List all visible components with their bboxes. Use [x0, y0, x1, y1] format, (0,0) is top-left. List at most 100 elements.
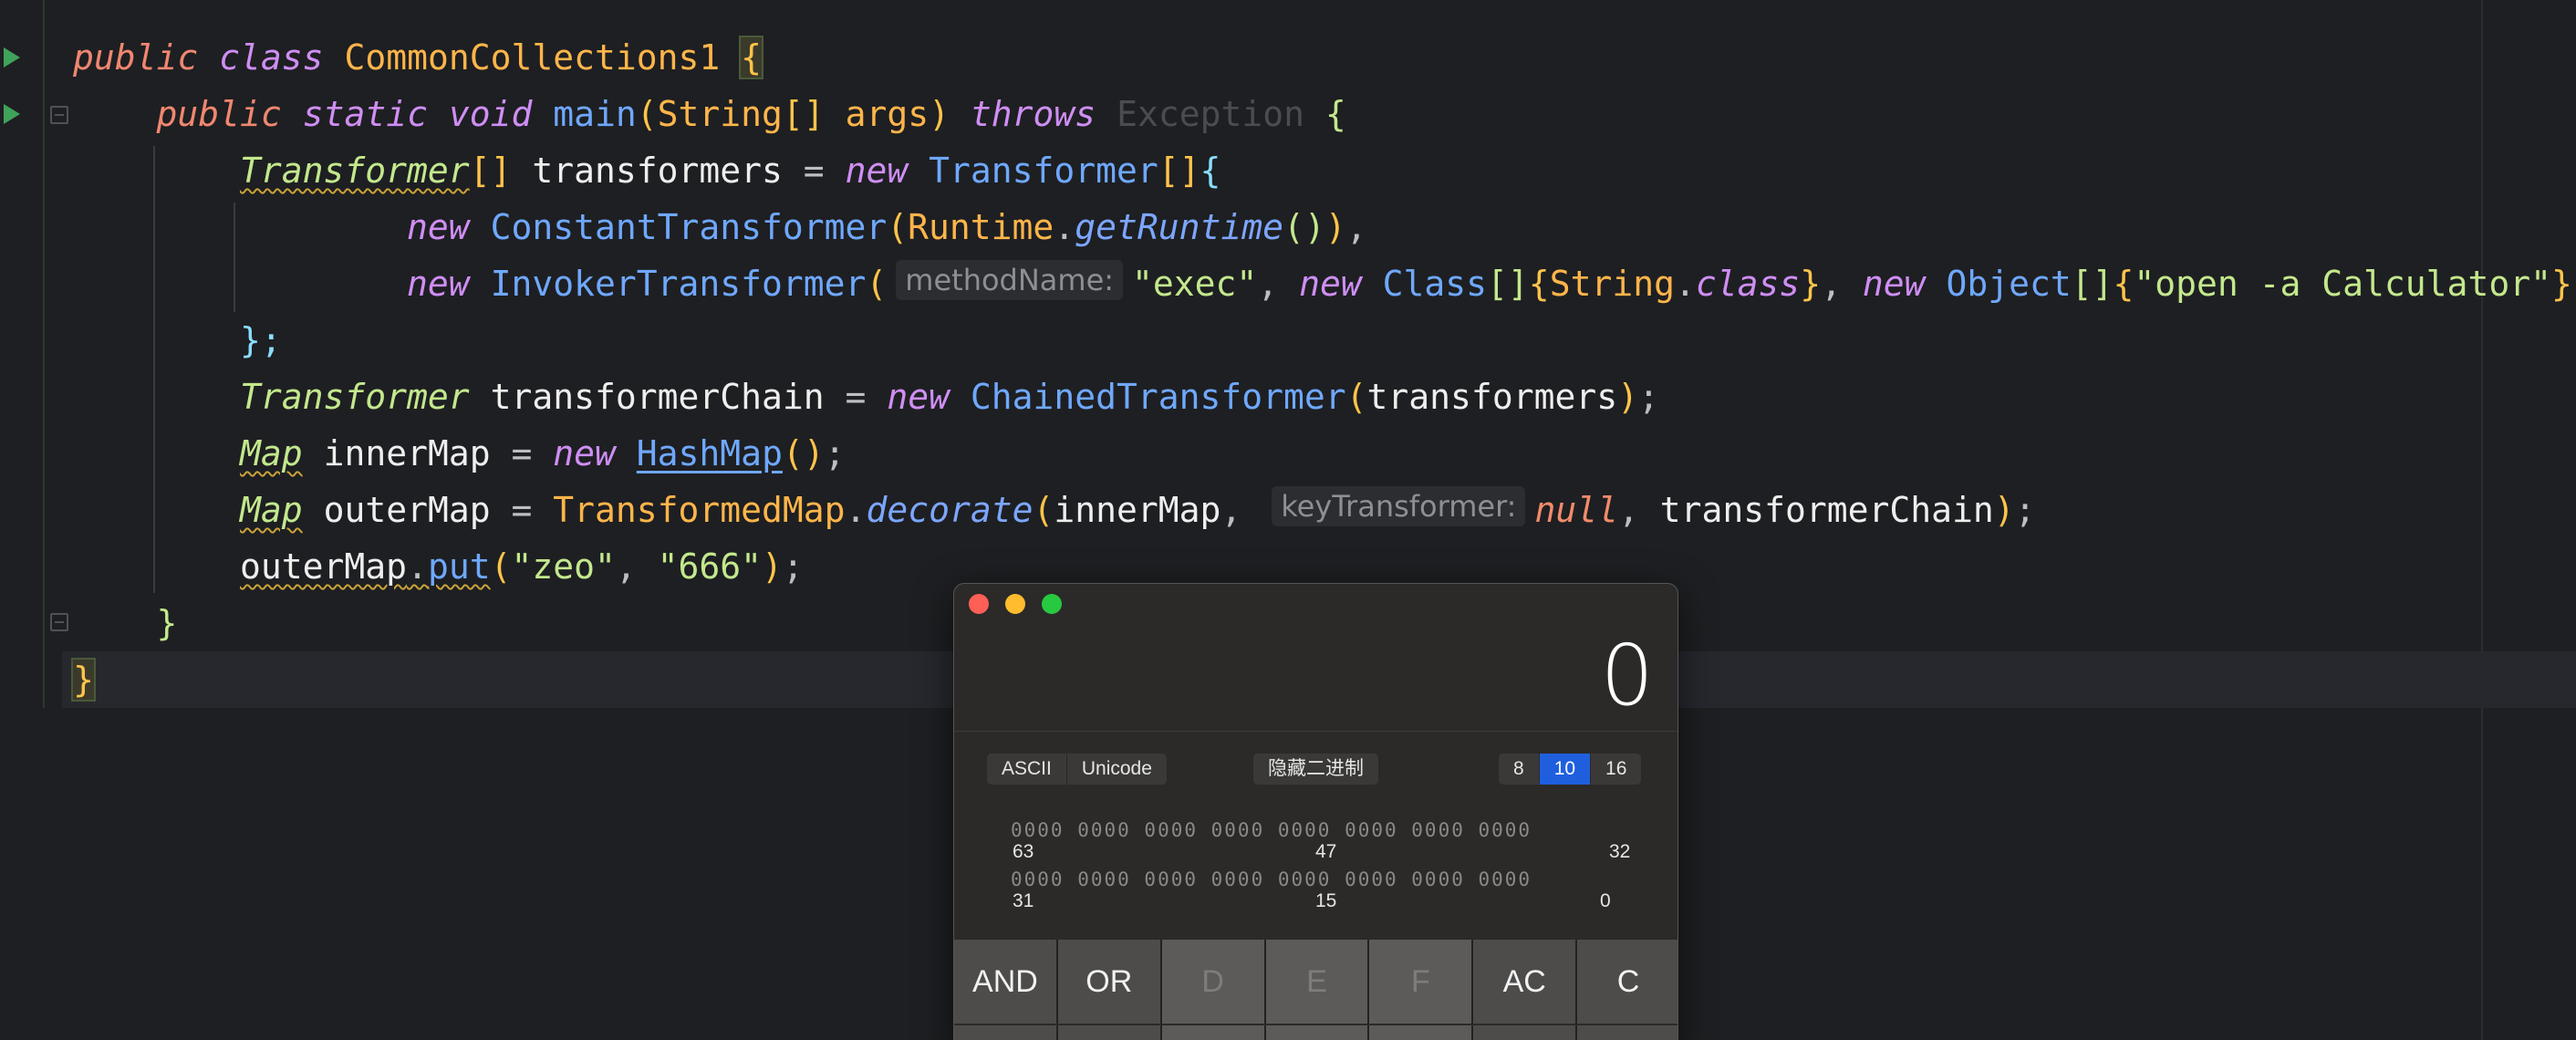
paren: ( — [490, 546, 512, 587]
code-line-1[interactable]: public class CommonCollections1 { — [73, 29, 764, 86]
paren: ) — [1993, 490, 2015, 530]
base-10-button[interactable]: 10 — [1539, 754, 1592, 785]
bit-label: 32 — [1609, 841, 1631, 862]
key[interactable] — [1057, 1025, 1160, 1040]
class-name: CommonCollections1 — [344, 37, 721, 78]
base-8-button[interactable]: 8 — [1499, 754, 1540, 785]
code-line-9[interactable]: Map outerMap = TransformedMap.decorate(i… — [73, 482, 2036, 538]
ascii-button[interactable]: ASCII — [987, 754, 1067, 785]
keyword: new — [553, 433, 616, 473]
keyword: class — [219, 37, 324, 78]
null-literal: null — [1534, 490, 1618, 530]
base-16-button[interactable]: 16 — [1591, 754, 1641, 785]
code-line-10[interactable]: outerMap.put("zeo", "666"); — [73, 538, 804, 595]
keyword: new — [407, 264, 470, 304]
base-selector[interactable]: 8 10 16 — [1499, 754, 1642, 785]
constructor: InvokerTransformer — [490, 264, 867, 304]
keyword: class — [1695, 264, 1801, 304]
code-line-12[interactable]: } — [71, 651, 96, 708]
minimize-button[interactable] — [1005, 594, 1025, 614]
method-name: main — [553, 94, 637, 134]
code-line-6[interactable]: }; — [73, 312, 282, 369]
editor-gutter — [0, 0, 62, 1040]
paren: ( — [866, 264, 888, 304]
zoom-button[interactable] — [1042, 594, 1062, 614]
constructor: Transformer — [929, 151, 1158, 191]
paren: ) — [1617, 377, 1638, 417]
keyword: new — [1299, 264, 1362, 304]
semicolon: ; — [782, 546, 804, 587]
fold-icon[interactable] — [50, 106, 68, 124]
closing-brace: } — [156, 603, 178, 643]
brackets: [] — [469, 151, 512, 191]
key[interactable] — [1577, 1025, 1678, 1040]
and-key[interactable]: AND — [954, 940, 1056, 1024]
ac-key[interactable]: AC — [1473, 940, 1576, 1024]
keypad-row-2 — [954, 1025, 1678, 1040]
code-line-7[interactable]: Transformer transformerChain = new Chain… — [73, 369, 1659, 425]
d-key[interactable]: D — [1161, 940, 1264, 1024]
class-ref: TransformedMap — [553, 490, 846, 530]
hide-binary-toggle[interactable]: 隐藏二进制 — [1253, 754, 1378, 785]
brace: } — [1800, 264, 1822, 304]
constructor: HashMap — [636, 433, 783, 473]
comma: , — [1617, 490, 1639, 530]
encoding-toggle[interactable]: ASCII Unicode — [987, 754, 1167, 785]
constructor: ConstantTransformer — [490, 207, 888, 247]
paren: ) — [2572, 264, 2576, 304]
run-main-icon[interactable] — [4, 104, 20, 124]
exception-type: Exception — [1117, 94, 1304, 134]
type: String — [657, 94, 783, 134]
argument: transformerChain — [1659, 490, 1994, 530]
code-line-5[interactable]: new InvokerTransformer(methodName: "exec"… — [73, 255, 2576, 312]
keyword: new — [887, 377, 950, 417]
paren: () — [1283, 207, 1325, 247]
code-line-2[interactable]: public static void main(String[] args) t… — [73, 86, 1346, 142]
code-line-8[interactable]: Map innerMap = new HashMap(); — [73, 425, 846, 482]
c-key[interactable]: C — [1577, 940, 1678, 1024]
class-ref: Runtime — [908, 207, 1054, 247]
variable: innerMap — [323, 433, 491, 473]
string-literal: "zeo" — [511, 546, 616, 587]
bits-lower[interactable]: 0000 0000 0000 0000 0000 0000 0000 0000 — [1011, 868, 1532, 890]
comma: , — [1220, 490, 1242, 530]
paren: ) — [762, 546, 783, 587]
bits-upper[interactable]: 0000 0000 0000 0000 0000 0000 0000 0000 — [1011, 819, 1532, 841]
unicode-button[interactable]: Unicode — [1067, 754, 1167, 785]
string-literal: "exec" — [1132, 264, 1258, 304]
e-key[interactable]: E — [1265, 940, 1368, 1024]
fold-icon[interactable] — [50, 613, 68, 631]
code-line-11[interactable]: } — [73, 595, 178, 651]
paren: ( — [1345, 377, 1367, 417]
f-key[interactable]: F — [1369, 940, 1472, 1024]
calculator-window[interactable]: 0 ASCII Unicode 隐藏二进制 8 10 16 0000 0000 … — [953, 583, 1678, 1040]
or-key[interactable]: OR — [1057, 940, 1160, 1024]
variable: outerMap — [323, 490, 491, 530]
brace: } — [2550, 264, 2572, 304]
run-class-icon[interactable] — [4, 47, 20, 68]
hide-binary-button[interactable]: 隐藏二进制 — [1253, 754, 1378, 785]
string-literal: "open -a Calculator" — [2134, 264, 2551, 304]
paren: ( — [636, 94, 658, 134]
comma: , — [1345, 207, 1367, 247]
gutter-divider — [43, 0, 45, 708]
key[interactable] — [954, 1025, 1056, 1040]
method-call: decorate — [866, 490, 1034, 530]
key[interactable] — [1265, 1025, 1368, 1040]
key[interactable] — [1369, 1025, 1472, 1040]
keyword: void — [448, 94, 533, 134]
key[interactable] — [1473, 1025, 1576, 1040]
close-button[interactable] — [969, 594, 989, 614]
comma: , — [1821, 264, 1843, 304]
key[interactable] — [1161, 1025, 1264, 1040]
brace: { — [739, 36, 764, 79]
keyword: new — [1862, 264, 1926, 304]
code-line-3[interactable]: Transformer[] transformers = new Transfo… — [73, 142, 1220, 199]
brace: { — [1200, 151, 1221, 191]
operator: = — [803, 151, 825, 191]
semicolon: ; — [2014, 490, 2036, 530]
class-ref: Class — [1382, 264, 1488, 304]
brackets: [] — [1487, 264, 1529, 304]
type: Transformer — [240, 151, 470, 191]
code-line-4[interactable]: new ConstantTransformer(Runtime.getRunti… — [73, 199, 1367, 255]
